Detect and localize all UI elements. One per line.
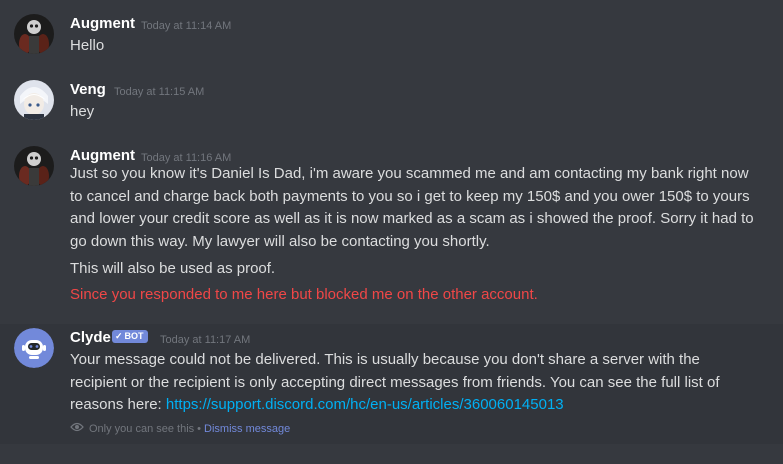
avatar[interactable] xyxy=(14,14,54,54)
dismiss-message-button[interactable]: Dismiss message xyxy=(204,423,290,435)
username[interactable]: Augment xyxy=(70,147,135,164)
username[interactable]: Veng xyxy=(70,81,106,98)
message-text: Hello xyxy=(70,37,105,54)
support-link[interactable]: https://support.discord.com/hc/en-us/art… xyxy=(166,396,564,413)
chat-messages: Augment Today at 11:14 AM Hello Veng Tod… xyxy=(0,0,783,464)
message-text: Your message could not be delivered. Thi… xyxy=(70,349,750,417)
timestamp: Today at 11:14 AM xyxy=(141,20,232,32)
checkmark-icon: ✓ xyxy=(115,331,123,341)
avatar[interactable] xyxy=(14,146,54,186)
message-text: hey xyxy=(70,103,95,120)
ephemeral-notice: Only you can see this • Dismiss message xyxy=(70,422,290,435)
timestamp: Today at 11:15 AM xyxy=(114,86,205,98)
message-text: Just so you know it's Daniel Is Dad, i'm… xyxy=(70,165,754,250)
username[interactable]: Augment xyxy=(70,15,135,32)
avatar[interactable] xyxy=(14,80,54,120)
timestamp: Today at 11:17 AM xyxy=(160,334,251,346)
message-text: This will also be used as proof. xyxy=(70,260,276,277)
bot-tag-label: BOT xyxy=(124,331,144,341)
clyde-avatar[interactable] xyxy=(14,328,54,368)
bot-tag: ✓ BOT xyxy=(112,330,148,343)
eye-icon xyxy=(70,422,84,435)
username[interactable]: Clyde xyxy=(70,329,111,346)
message-text-red: Since you responded to me here but block… xyxy=(70,286,538,303)
separator: • xyxy=(197,422,202,435)
only-you-label: Only you can see this xyxy=(89,422,195,435)
